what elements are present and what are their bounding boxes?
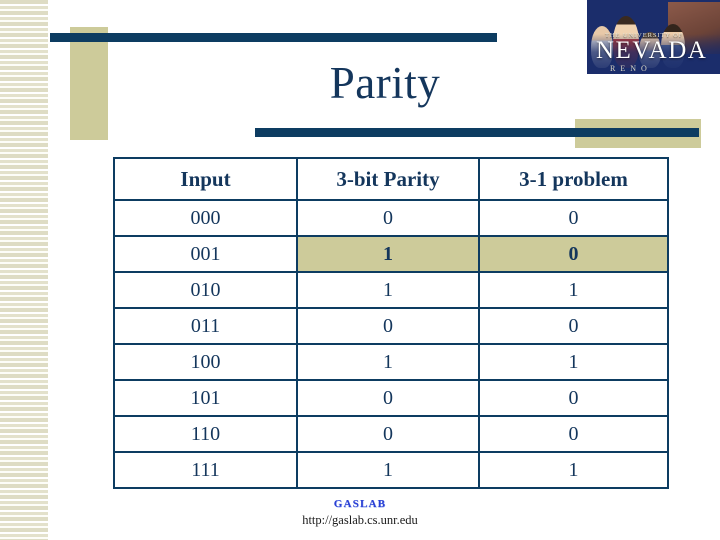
cell-problem: 0 bbox=[478, 415, 669, 453]
cell-parity: 0 bbox=[296, 379, 480, 417]
column-header-input: Input bbox=[113, 157, 298, 201]
cell-input: 110 bbox=[113, 415, 298, 453]
gaslab-logo: GASLAB bbox=[333, 498, 387, 510]
footer-url[interactable]: http://gaslab.cs.unr.edu bbox=[0, 512, 720, 528]
cell-parity: 1 bbox=[296, 271, 480, 309]
slide-canvas: THE UNIVERSITY OF NEVADA RENO Parity Inp… bbox=[0, 0, 720, 540]
table-row: 000 0 0 bbox=[113, 199, 669, 237]
table-row: 010 1 1 bbox=[113, 271, 669, 309]
cell-problem-highlighted: 0 bbox=[478, 235, 669, 273]
cell-parity: 0 bbox=[296, 199, 480, 237]
table-body: 000 0 0 001 1 0 010 1 1 011 0 0 100 1 1 … bbox=[113, 199, 669, 489]
cell-parity-highlighted: 1 bbox=[296, 235, 480, 273]
table-row: 101 0 0 bbox=[113, 379, 669, 417]
cell-input: 010 bbox=[113, 271, 298, 309]
cell-parity: 0 bbox=[296, 415, 480, 453]
cell-input: 001 bbox=[113, 235, 298, 273]
column-header-parity: 3-bit Parity bbox=[296, 157, 480, 201]
parity-truth-table: Input 3-bit Parity 3-1 problem 000 0 0 0… bbox=[113, 157, 669, 489]
bottom-navy-rule bbox=[255, 128, 699, 137]
cell-input: 000 bbox=[113, 199, 298, 237]
cell-problem: 0 bbox=[478, 199, 669, 237]
table-row: 111 1 1 bbox=[113, 451, 669, 489]
cell-problem: 0 bbox=[478, 379, 669, 417]
table-header-row: Input 3-bit Parity 3-1 problem bbox=[113, 157, 669, 201]
column-header-problem: 3-1 problem bbox=[478, 157, 669, 201]
table-row: 011 0 0 bbox=[113, 307, 669, 345]
cell-problem: 1 bbox=[478, 451, 669, 489]
cell-input: 111 bbox=[113, 451, 298, 489]
cell-problem: 0 bbox=[478, 307, 669, 345]
page-title: Parity bbox=[329, 58, 441, 108]
top-navy-rule bbox=[50, 33, 497, 42]
cell-problem: 1 bbox=[478, 343, 669, 381]
cell-problem: 1 bbox=[478, 271, 669, 309]
slide-footer: GASLAB http://gaslab.cs.unr.edu bbox=[0, 498, 720, 528]
cell-parity: 1 bbox=[296, 343, 480, 381]
cell-parity: 0 bbox=[296, 307, 480, 345]
table-row-highlighted: 001 1 0 bbox=[113, 235, 669, 273]
table-row: 110 0 0 bbox=[113, 415, 669, 453]
cell-input: 011 bbox=[113, 307, 298, 345]
cell-input: 101 bbox=[113, 379, 298, 417]
cell-input: 100 bbox=[113, 343, 298, 381]
cell-parity: 1 bbox=[296, 451, 480, 489]
table-row: 100 1 1 bbox=[113, 343, 669, 381]
